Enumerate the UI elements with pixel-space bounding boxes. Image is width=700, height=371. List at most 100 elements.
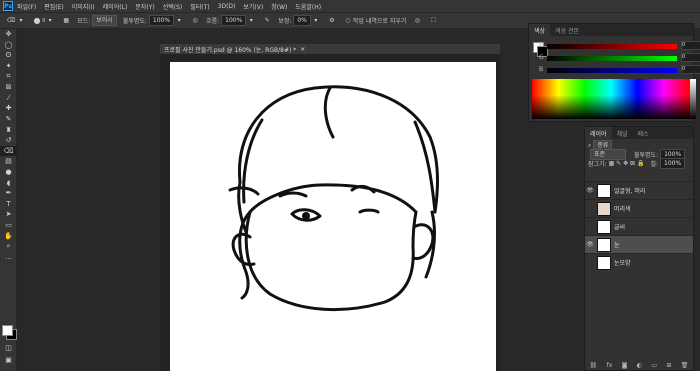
layer-row[interactable]: 👁 얼굴형, 머리 <box>585 181 693 199</box>
lock-icons[interactable]: ▦ ✎ ✥ ⊠ 🔒 <box>609 160 645 167</box>
new-layer-icon[interactable]: ⊞ <box>666 362 671 369</box>
brush-settings-icon[interactable]: ▦ <box>61 17 71 24</box>
tab-layers[interactable]: 레이어 <box>585 127 612 139</box>
quick-mask-icon[interactable]: ◫ <box>0 343 17 354</box>
eraser-tool-icon-active[interactable]: ⌫ <box>0 145 17 157</box>
menu-image[interactable]: 이미지(I) <box>72 2 95 11</box>
opacity-field[interactable]: 100% <box>148 15 175 26</box>
marquee-tool-icon[interactable]: ◯ <box>0 40 17 51</box>
menu-help[interactable]: 도움말(H) <box>295 2 321 11</box>
adjustment-icon[interactable]: ◐ <box>637 362 642 369</box>
menu-layer[interactable]: 레이어(L) <box>103 2 128 11</box>
canvas[interactable] <box>170 62 496 371</box>
mode-dropdown[interactable]: 보러시 <box>92 15 117 26</box>
layer-name: 눈 <box>614 242 620 249</box>
menu-view[interactable]: 보기(V) <box>243 2 263 11</box>
eye-icon[interactable]: 👁 <box>585 241 595 248</box>
healing-brush-tool-icon[interactable]: ✚ <box>0 103 17 114</box>
document-tab[interactable]: 프로필 사진 만들기.psd @ 160% (눈, RGB/8#) * × <box>160 44 500 55</box>
flow-field[interactable]: 100% <box>221 15 247 26</box>
layer-row[interactable]: 눈모양 <box>585 253 693 271</box>
history-brush-tool-icon[interactable]: ↺ <box>0 135 17 146</box>
color-spectrum[interactable] <box>532 79 696 119</box>
symmetry-icon[interactable]: ⛶ <box>428 17 438 25</box>
fill-field[interactable]: 100% <box>660 158 686 169</box>
airbrush-icon[interactable]: ✎ <box>262 17 272 24</box>
close-tab-icon[interactable]: × <box>300 46 305 53</box>
type-tool-icon[interactable]: T <box>0 199 17 210</box>
eyedropper-tool-icon[interactable]: ⁄ <box>0 93 17 104</box>
trash-icon[interactable]: 🗑 <box>681 362 689 369</box>
opacity-label: 불투명도: <box>122 18 147 25</box>
lock-row: 잠그기: ▦ ✎ ✥ ⊠ 🔒 칠: 100% <box>585 158 693 169</box>
menu-edit[interactable]: 편집(E) <box>44 2 64 11</box>
erase-history-checkbox[interactable]: ○ <box>343 17 353 24</box>
layer-row[interactable]: 👁 눈 <box>585 235 693 253</box>
blur-tool-icon[interactable]: ● <box>0 167 17 178</box>
grayscale-ramp[interactable] <box>690 79 696 119</box>
tab-paths[interactable]: 패스 <box>633 127 654 139</box>
menu-type[interactable]: 문자(Y) <box>135 2 154 11</box>
layer-name: 글씨 <box>614 224 626 231</box>
pen-tool-icon[interactable]: ✒ <box>0 188 17 199</box>
screen-mode-icon[interactable]: ▣ <box>0 355 17 366</box>
layer-thumbnail <box>597 237 611 252</box>
tab-color[interactable]: 색상 <box>529 24 551 36</box>
gradient-tool-icon[interactable]: ▤ <box>0 156 17 167</box>
foreground-color-swatch[interactable] <box>2 325 13 336</box>
dodge-tool-icon[interactable]: ◖ <box>0 177 17 188</box>
eraser-tool-icon[interactable]: ⌫ ▾ <box>6 17 26 24</box>
fill-label: 칠: <box>650 161 658 168</box>
pressure-size-icon[interactable]: ◎ <box>412 17 422 24</box>
smoothing-label: 보정: <box>278 18 292 25</box>
lasso-tool-icon[interactable]: ʘ <box>0 50 17 61</box>
brush-tool-icon[interactable]: ✎ <box>0 114 17 125</box>
quick-select-tool-icon[interactable]: ✦ <box>0 61 17 72</box>
layers-footer: ⛓ fx ◙ ◐ ▭ ⊞ 🗑 <box>585 360 693 371</box>
eye-icon[interactable]: 👁 <box>585 187 595 194</box>
menu-window[interactable]: 창(W) <box>271 2 287 11</box>
green-slider[interactable]: G 0 <box>539 53 700 62</box>
group-icon[interactable]: ▭ <box>651 362 657 369</box>
green-slider-label: G <box>539 54 544 61</box>
blue-slider-label: B <box>539 66 544 73</box>
red-slider[interactable]: R 0 <box>539 41 700 50</box>
link-icon[interactable]: ⛓ <box>590 362 598 369</box>
clone-stamp-tool-icon[interactable]: ♜ <box>0 124 17 135</box>
green-value-field[interactable]: 0 <box>681 53 700 62</box>
flow-label: 흐름: <box>206 18 220 25</box>
blue-slider[interactable]: B 0 <box>539 65 700 74</box>
tab-swatches[interactable]: 색상 견본 <box>550 24 584 36</box>
pressure-opacity-icon[interactable]: ◎ <box>190 17 200 24</box>
hand-tool-icon[interactable]: ✋ <box>0 230 17 241</box>
layer-thumbnail <box>597 201 611 216</box>
red-value-field[interactable]: 0 <box>681 41 700 50</box>
brush-preset-picker[interactable]: ● 9 ▾ <box>32 16 55 25</box>
mask-icon[interactable]: ◙ <box>622 362 628 369</box>
menu-filter[interactable]: 필터(T) <box>190 2 209 11</box>
fx-icon[interactable]: fx <box>607 362 613 369</box>
more-tools-icon[interactable]: … <box>0 251 17 262</box>
menu-bar: Ps 파일(F) 편집(E) 이미지(I) 레이어(L) 문자(Y) 선택(S)… <box>0 0 700 12</box>
tab-channels[interactable]: 채널 <box>612 127 633 139</box>
frame-tool-icon[interactable]: ⊠ <box>0 82 17 93</box>
mode-label: 모드: <box>77 18 91 25</box>
color-panel: 색상 색상 견본 R 0 G 0 B 0 <box>528 23 700 122</box>
menu-file[interactable]: 파일(F) <box>17 2 36 11</box>
move-tool-icon[interactable]: ✥ <box>0 29 17 40</box>
blue-value-field[interactable]: 0 <box>681 65 700 74</box>
layer-row[interactable]: 글씨 <box>585 217 693 235</box>
layer-thumbnail <box>597 183 611 198</box>
menu-3d[interactable]: 3D(D) <box>218 3 236 10</box>
layer-thumbnail <box>597 255 611 270</box>
smoothing-settings-icon[interactable]: ⚙ <box>327 17 337 24</box>
path-selection-tool-icon[interactable]: ➤ <box>0 209 17 220</box>
zoom-tool-icon[interactable]: ⌕ <box>0 241 17 252</box>
lock-label: 잠그기: <box>588 161 607 168</box>
crop-tool-icon[interactable]: ⌗ <box>0 71 17 82</box>
smoothing-field[interactable]: 0% <box>293 15 311 26</box>
menu-select[interactable]: 선택(S) <box>163 2 183 11</box>
layer-row[interactable]: 머리색 <box>585 199 693 217</box>
erase-history-label: 작업 내역으로 지우기 <box>352 18 407 25</box>
shape-tool-icon[interactable]: ▭ <box>0 220 17 231</box>
